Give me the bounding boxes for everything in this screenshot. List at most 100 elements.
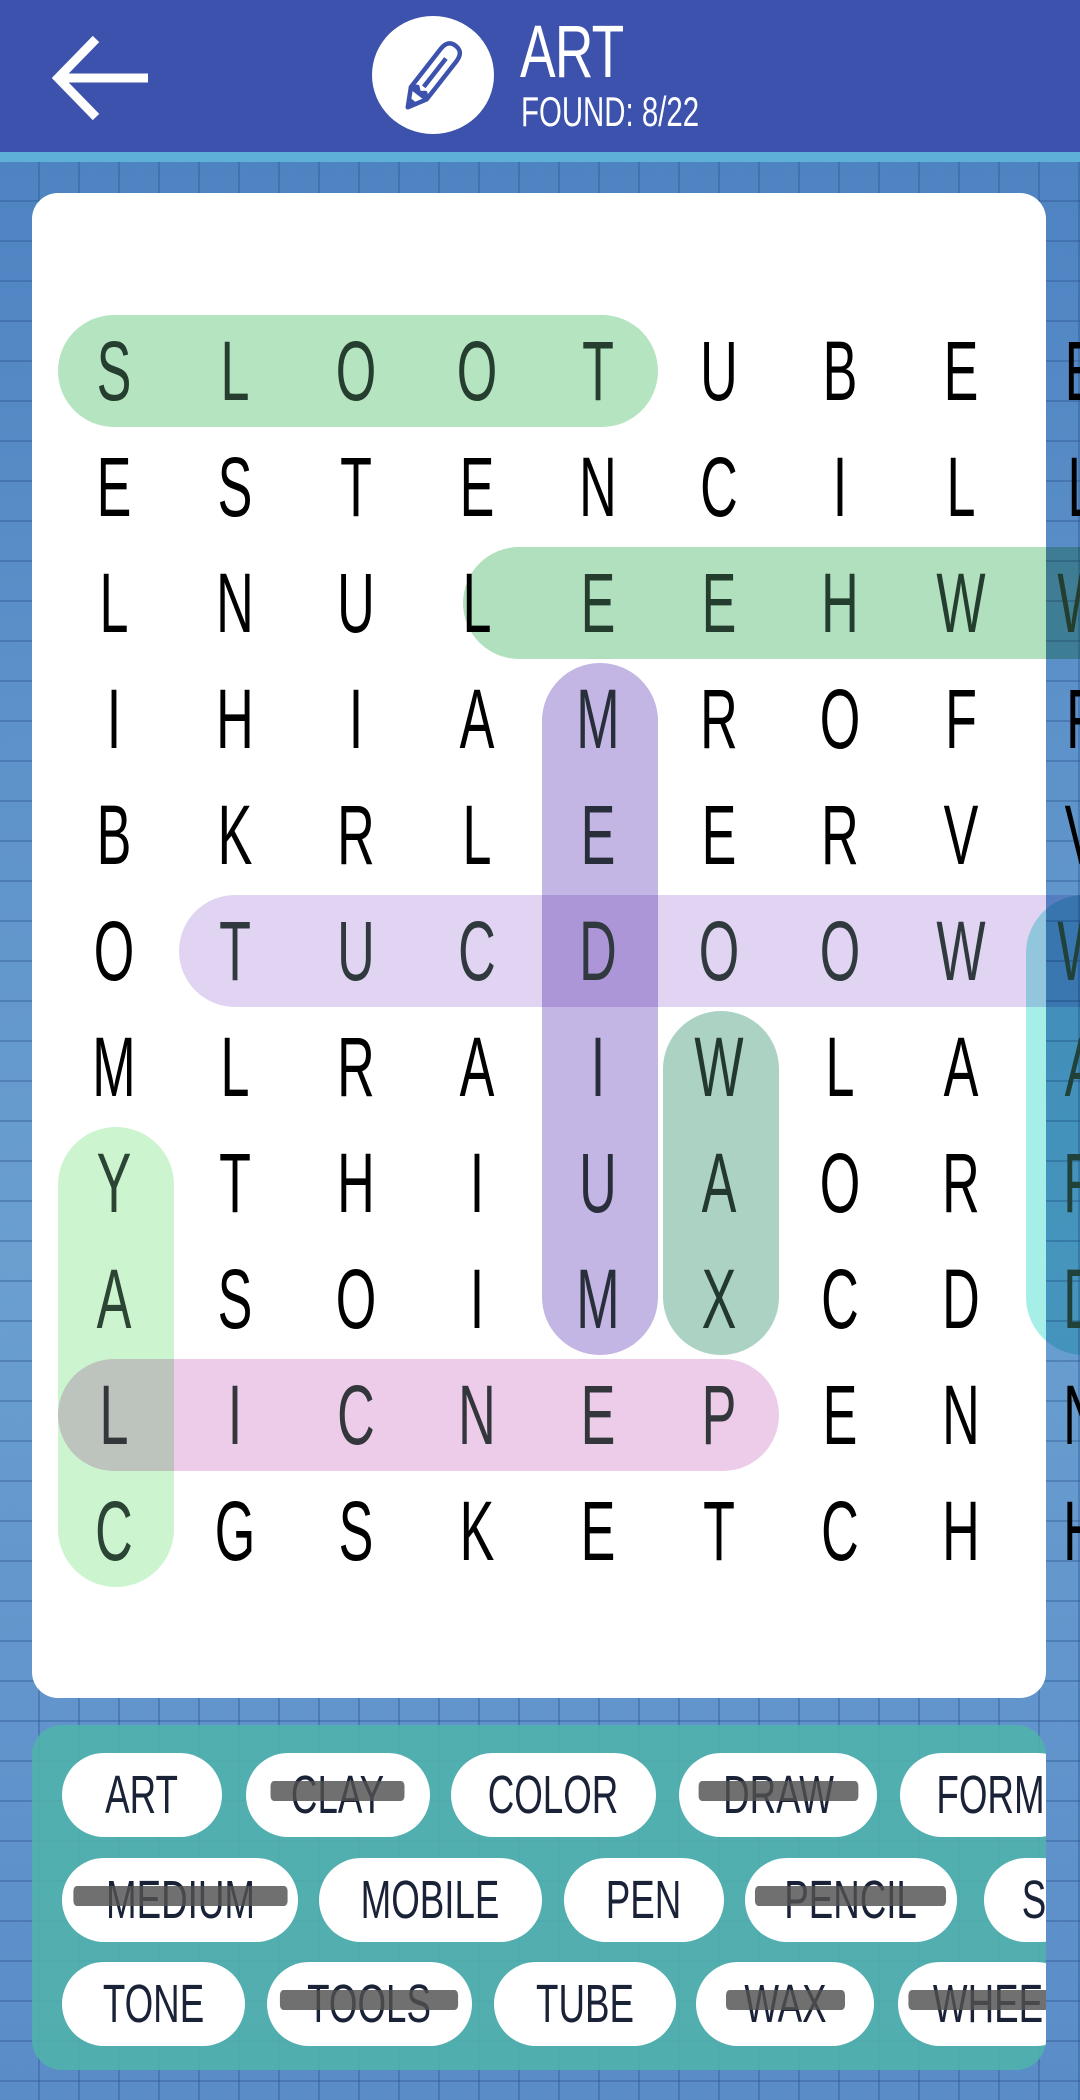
grid-cell[interactable]: E (564, 553, 632, 653)
grid-cell[interactable]: N (564, 437, 632, 537)
grid-cell[interactable]: A (443, 1017, 511, 1117)
grid-cell[interactable]: O (806, 669, 874, 769)
grid-cell[interactable]: R (927, 1133, 995, 1233)
grid-cell[interactable]: C (806, 1481, 874, 1581)
grid-cell[interactable]: I (564, 1017, 632, 1117)
word-chip[interactable]: DRAW (679, 1753, 877, 1837)
grid-cell[interactable]: C (443, 901, 511, 1001)
grid-cell[interactable]: G (201, 1481, 269, 1581)
word-chip[interactable]: TONE (62, 1962, 245, 2046)
grid-cell[interactable]: N (201, 553, 269, 653)
grid-cell[interactable]: C (685, 437, 753, 537)
grid-cell[interactable]: A (443, 669, 511, 769)
grid-cell[interactable]: L (1048, 437, 1080, 537)
grid-cell[interactable]: O (806, 1133, 874, 1233)
grid-cell[interactable]: W (927, 901, 995, 1001)
grid-cell[interactable]: N (927, 1365, 995, 1465)
grid-cell[interactable]: M (564, 669, 632, 769)
grid-cell[interactable]: W (1048, 901, 1080, 1001)
grid-cell[interactable]: E (927, 321, 995, 421)
grid-cell[interactable]: R (806, 785, 874, 885)
grid-cell[interactable]: O (443, 321, 511, 421)
word-chip[interactable]: CLAY (246, 1753, 430, 1837)
grid-cell[interactable]: E (443, 437, 511, 537)
grid-cell[interactable]: F (1048, 669, 1080, 769)
grid-cell[interactable]: C (322, 1365, 390, 1465)
grid-cell[interactable]: V (1048, 785, 1080, 885)
grid-cell[interactable]: U (685, 321, 753, 421)
grid-cell[interactable]: L (201, 1017, 269, 1117)
grid-cell[interactable]: A (685, 1133, 753, 1233)
grid-cell[interactable]: R (322, 1017, 390, 1117)
grid-cell[interactable]: M (80, 1017, 148, 1117)
grid-cell[interactable]: S (322, 1481, 390, 1581)
grid-cell[interactable]: I (806, 437, 874, 537)
grid-cell[interactable]: L (201, 321, 269, 421)
grid-cell[interactable]: O (322, 1249, 390, 1349)
word-chip[interactable]: S (984, 1858, 1046, 1942)
grid-cell[interactable]: L (443, 785, 511, 885)
grid-cell[interactable]: U (564, 1133, 632, 1233)
grid-cell[interactable]: E (564, 785, 632, 885)
grid-cell[interactable]: H (927, 1481, 995, 1581)
back-button[interactable] (48, 30, 152, 126)
grid-cell[interactable]: A (80, 1249, 148, 1349)
word-chip[interactable]: FORM (900, 1753, 1046, 1837)
grid-cell[interactable]: P (685, 1365, 753, 1465)
grid-cell[interactable]: S (80, 321, 148, 421)
grid-cell[interactable]: I (80, 669, 148, 769)
word-chip[interactable]: MOBILE (319, 1858, 542, 1942)
grid-cell[interactable]: U (322, 901, 390, 1001)
grid-cell[interactable]: L (80, 1365, 148, 1465)
grid-cell[interactable]: S (201, 1249, 269, 1349)
grid-cell[interactable]: K (443, 1481, 511, 1581)
word-chip[interactable]: PENCIL (745, 1858, 957, 1942)
grid-cell[interactable]: E (564, 1365, 632, 1465)
grid-cell[interactable]: F (927, 669, 995, 769)
grid-cell[interactable]: E (1048, 321, 1080, 421)
grid-cell[interactable]: T (322, 437, 390, 537)
grid-cell[interactable]: H (1048, 1481, 1080, 1581)
grid-cell[interactable]: Y (80, 1133, 148, 1233)
grid-cell[interactable]: I (201, 1365, 269, 1465)
grid-cell[interactable]: S (201, 437, 269, 537)
grid-cell[interactable]: O (685, 901, 753, 1001)
word-chip[interactable]: WAX (696, 1962, 874, 2046)
grid-cell[interactable]: T (564, 321, 632, 421)
grid-cell[interactable]: U (322, 553, 390, 653)
grid-cell[interactable]: H (806, 553, 874, 653)
word-chip[interactable]: TOOLS (267, 1962, 472, 2046)
grid-cell[interactable]: I (322, 669, 390, 769)
word-chip[interactable]: MEDIUM (62, 1858, 298, 1942)
grid-cell[interactable]: L (806, 1017, 874, 1117)
grid-cell[interactable]: W (1048, 553, 1080, 653)
grid-cell[interactable]: E (80, 437, 148, 537)
grid-cell[interactable]: I (443, 1249, 511, 1349)
grid-cell[interactable]: A (927, 1017, 995, 1117)
word-chip[interactable]: ART (62, 1753, 222, 1837)
grid-cell[interactable]: X (685, 1249, 753, 1349)
grid-cell[interactable]: A (1048, 1017, 1080, 1117)
grid-cell[interactable]: N (443, 1365, 511, 1465)
grid-cell[interactable]: K (201, 785, 269, 885)
grid-cell[interactable]: W (927, 553, 995, 653)
grid-cell[interactable]: E (806, 1365, 874, 1465)
grid-cell[interactable]: L (443, 553, 511, 653)
grid-cell[interactable]: M (564, 1249, 632, 1349)
grid-cell[interactable]: D (564, 901, 632, 1001)
grid-cell[interactable]: O (80, 901, 148, 1001)
grid-cell[interactable]: T (201, 901, 269, 1001)
grid-cell[interactable]: D (1048, 1249, 1080, 1349)
grid-cell[interactable]: C (806, 1249, 874, 1349)
word-chip[interactable]: WHEE (898, 1962, 1046, 2046)
grid-cell[interactable]: V (927, 785, 995, 885)
grid-cell[interactable]: O (806, 901, 874, 1001)
grid-cell[interactable]: E (685, 785, 753, 885)
grid-cell[interactable]: R (685, 669, 753, 769)
grid-cell[interactable]: R (322, 785, 390, 885)
grid-cell[interactable]: O (322, 321, 390, 421)
grid-cell[interactable]: N (1048, 1365, 1080, 1465)
word-chip[interactable]: COLOR (451, 1753, 656, 1837)
grid-cell[interactable]: E (685, 553, 753, 653)
grid-cell[interactable]: W (685, 1017, 753, 1117)
